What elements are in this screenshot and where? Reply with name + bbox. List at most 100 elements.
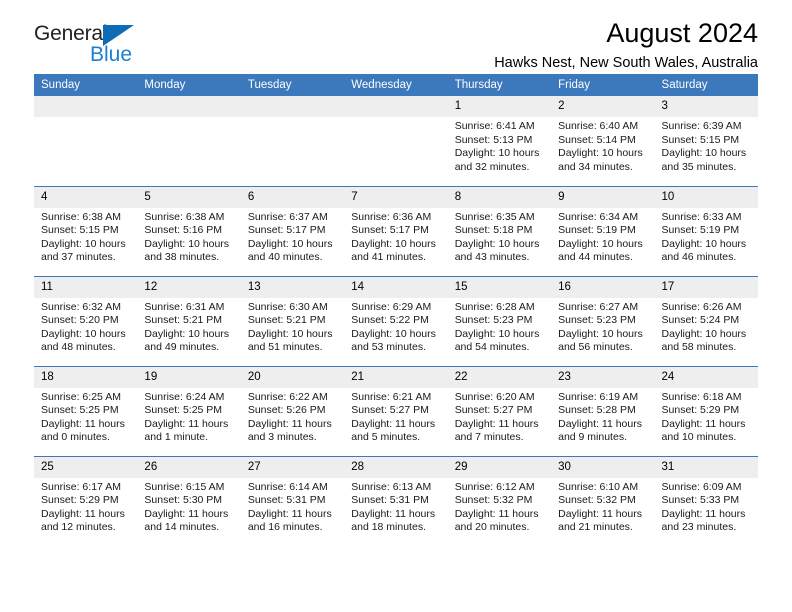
daylight-duration-line2: and 18 minutes. (351, 521, 426, 534)
daylight-duration-line2: and 34 minutes. (558, 160, 633, 173)
daylight-duration-line2: and 54 minutes. (454, 341, 530, 354)
day-number: 1 (447, 96, 552, 117)
sunrise-time: Sunrise: 6:32 AM (41, 300, 121, 313)
daylight-duration-line2: and 16 minutes. (247, 521, 323, 534)
day-number: 30 (551, 456, 655, 478)
day-number: 19 (137, 366, 241, 388)
sunrise-time: Sunrise: 6:13 AM (351, 480, 432, 493)
day-number (344, 96, 448, 117)
calendar-day-cell-empty (240, 96, 345, 186)
calendar-day-cell[interactable]: 26 Sunrise: 6:15 AM Sunset: 5:30 PM Dayligh… (137, 455, 241, 546)
calendar-day-cell[interactable]: 17 Sunrise: 6:26 AM Sunset: 5:24 PM Dayligh… (654, 275, 758, 366)
day-sun-info: Sunrise: 6:10 AM Sunset: 5:32 PM Daylight:… (551, 478, 654, 535)
calendar-day-cell[interactable]: 25 Sunrise: 6:17 AM Sunset: 5:29 PM Dayligh… (34, 455, 138, 546)
calendar-day-cell[interactable]: 13 Sunrise: 6:30 AM Sunset: 5:21 PM Dayligh… (240, 275, 345, 366)
day-number: 15 (447, 276, 552, 298)
sunset-time: Sunset: 5:19 PM (661, 224, 740, 237)
calendar-day-cell[interactable]: 19 Sunrise: 6:24 AM Sunset: 5:25 PM Dayligh… (137, 365, 241, 456)
daylight-duration-line1: Daylight: 11 hours (661, 507, 746, 520)
day-number (34, 96, 138, 117)
sunset-time: Sunset: 5:32 PM (454, 494, 533, 507)
day-number: 23 (551, 366, 655, 388)
calendar-day-cell[interactable]: 28 Sunrise: 6:13 AM Sunset: 5:31 PM Dayligh… (344, 455, 448, 546)
calendar-day-cell[interactable]: 3 Sunrise: 6:39 AM Sunset: 5:15 PM Daylight… (654, 96, 758, 186)
sunrise-time: Sunrise: 6:27 AM (558, 300, 639, 313)
calendar-day-cell[interactable]: 9 Sunrise: 6:34 AM Sunset: 5:19 PM Daylight… (551, 185, 655, 276)
calendar-day-cell[interactable]: 15 Sunrise: 6:28 AM Sunset: 5:23 PM Dayligh… (447, 275, 552, 366)
calendar-day-cell[interactable]: 4 Sunrise: 6:38 AM Sunset: 5:15 PM Daylight… (34, 185, 138, 276)
daylight-duration-line2: and 23 minutes. (661, 521, 737, 534)
daylight-duration-line1: Daylight: 11 hours (558, 417, 642, 430)
calendar-day-cell[interactable]: 2 Sunrise: 6:40 AM Sunset: 5:14 PM Daylight… (551, 96, 655, 186)
logo-text-blue: Blue (90, 43, 133, 66)
sunset-time: Sunset: 5:32 PM (558, 494, 636, 507)
sunset-time: Sunset: 5:30 PM (144, 494, 223, 507)
calendar-day-cell[interactable]: 5 Sunrise: 6:38 AM Sunset: 5:16 PM Daylight… (137, 185, 241, 276)
day-sun-info: Sunrise: 6:22 AM Sunset: 5:26 PM Daylight:… (241, 388, 344, 445)
calendar-day-cell[interactable]: 31 Sunrise: 6:09 AM Sunset: 5:33 PM Dayligh… (654, 455, 758, 546)
general-blue-logo[interactable]: General Blue (34, 22, 164, 68)
sunrise-time: Sunrise: 6:38 AM (41, 210, 121, 223)
day-sun-info: Sunrise: 6:35 AM Sunset: 5:18 PM Daylight:… (448, 208, 551, 265)
calendar-day-cell[interactable]: 29 Sunrise: 6:12 AM Sunset: 5:32 PM Dayligh… (447, 455, 552, 546)
sunset-time: Sunset: 5:25 PM (41, 404, 119, 417)
day-sun-info: Sunrise: 6:26 AM Sunset: 5:24 PM Daylight:… (655, 298, 758, 355)
calendar-day-cell[interactable]: 16 Sunrise: 6:27 AM Sunset: 5:23 PM Dayligh… (551, 275, 655, 366)
day-number: 28 (344, 456, 448, 478)
sunrise-time: Sunrise: 6:22 AM (247, 390, 328, 403)
weekday-header-row: Sunday Monday Tuesday Wednesday Thursday… (34, 74, 758, 96)
calendar-day-cell[interactable]: 1 Sunrise: 6:41 AM Sunset: 5:13 PM Daylight… (447, 96, 552, 186)
sunset-time: Sunset: 5:15 PM (661, 133, 740, 146)
daylight-duration-line2: and 48 minutes. (41, 341, 116, 354)
calendar-day-cell[interactable]: 14 Sunrise: 6:29 AM Sunset: 5:22 PM Dayligh… (344, 275, 448, 366)
daylight-duration-line1: Daylight: 10 hours (558, 237, 643, 250)
calendar-day-cell[interactable]: 24 Sunrise: 6:18 AM Sunset: 5:29 PM Dayligh… (654, 365, 758, 456)
daylight-duration-line2: and 43 minutes. (454, 251, 530, 264)
daylight-duration-line1: Daylight: 11 hours (41, 507, 125, 520)
day-number (240, 96, 345, 117)
daylight-duration-line2: and 20 minutes. (454, 521, 530, 534)
daylight-duration-line1: Daylight: 10 hours (41, 237, 126, 250)
sunset-time: Sunset: 5:18 PM (454, 224, 533, 237)
daylight-duration-line1: Daylight: 10 hours (454, 147, 540, 160)
daylight-duration-line2: and 5 minutes. (351, 431, 421, 444)
calendar-body: 1 Sunrise: 6:41 AM Sunset: 5:13 PM Daylight… (34, 96, 758, 546)
day-number: 27 (240, 456, 345, 478)
calendar-day-cell[interactable]: 18 Sunrise: 6:25 AM Sunset: 5:25 PM Dayligh… (34, 365, 138, 456)
calendar-day-cell[interactable]: 6 Sunrise: 6:37 AM Sunset: 5:17 PM Daylight… (240, 185, 345, 276)
calendar-day-cell[interactable]: 21 Sunrise: 6:21 AM Sunset: 5:27 PM Dayligh… (344, 365, 448, 456)
calendar-day-cell-empty (344, 96, 448, 186)
daylight-duration-line1: Daylight: 10 hours (558, 327, 643, 340)
calendar-day-cell[interactable]: 10 Sunrise: 6:33 AM Sunset: 5:19 PM Dayligh… (654, 185, 758, 276)
day-sun-info: Sunrise: 6:32 AM Sunset: 5:20 PM Daylight:… (34, 298, 137, 355)
daylight-duration-line1: Daylight: 10 hours (144, 237, 230, 250)
calendar-day-cell[interactable]: 20 Sunrise: 6:22 AM Sunset: 5:26 PM Dayligh… (240, 365, 345, 456)
sunset-time: Sunset: 5:24 PM (661, 314, 740, 327)
daylight-duration-line2: and 12 minutes. (41, 521, 116, 534)
calendar-day-cell[interactable]: 22 Sunrise: 6:20 AM Sunset: 5:27 PM Dayligh… (447, 365, 552, 456)
sunset-time: Sunset: 5:15 PM (41, 224, 119, 237)
calendar-day-cell[interactable]: 23 Sunrise: 6:19 AM Sunset: 5:28 PM Dayligh… (551, 365, 655, 456)
calendar-day-cell[interactable]: 11 Sunrise: 6:32 AM Sunset: 5:20 PM Dayligh… (34, 275, 138, 366)
calendar-day-cell[interactable]: 30 Sunrise: 6:10 AM Sunset: 5:32 PM Dayligh… (551, 455, 655, 546)
calendar-day-cell[interactable]: 8 Sunrise: 6:35 AM Sunset: 5:18 PM Daylight… (447, 185, 552, 276)
day-sun-info: Sunrise: 6:33 AM Sunset: 5:19 PM Daylight:… (655, 208, 758, 265)
daylight-duration-line2: and 44 minutes. (558, 251, 633, 264)
daylight-duration-line2: and 9 minutes. (558, 431, 627, 444)
sunrise-time: Sunrise: 6:30 AM (247, 300, 328, 313)
day-number: 25 (34, 456, 138, 478)
daylight-duration-line1: Daylight: 10 hours (661, 327, 747, 340)
sunset-time: Sunset: 5:13 PM (454, 133, 533, 146)
calendar-day-cell-empty (137, 96, 241, 186)
sunrise-time: Sunrise: 6:17 AM (41, 480, 121, 493)
day-number: 16 (551, 276, 655, 298)
daylight-duration-line1: Daylight: 10 hours (247, 327, 333, 340)
calendar-day-cell[interactable]: 7 Sunrise: 6:36 AM Sunset: 5:17 PM Daylight… (344, 185, 448, 276)
day-sun-info: Sunrise: 6:38 AM Sunset: 5:16 PM Daylight:… (137, 208, 240, 265)
day-sun-info: Sunrise: 6:40 AM Sunset: 5:14 PM Daylight:… (551, 117, 654, 174)
calendar-day-cell[interactable]: 12 Sunrise: 6:31 AM Sunset: 5:21 PM Dayligh… (137, 275, 241, 366)
weekday-header-saturday: Saturday (654, 74, 758, 96)
calendar-day-cell[interactable]: 27 Sunrise: 6:14 AM Sunset: 5:31 PM Dayligh… (240, 455, 345, 546)
sunrise-time: Sunrise: 6:29 AM (351, 300, 432, 313)
sunset-time: Sunset: 5:28 PM (558, 404, 636, 417)
